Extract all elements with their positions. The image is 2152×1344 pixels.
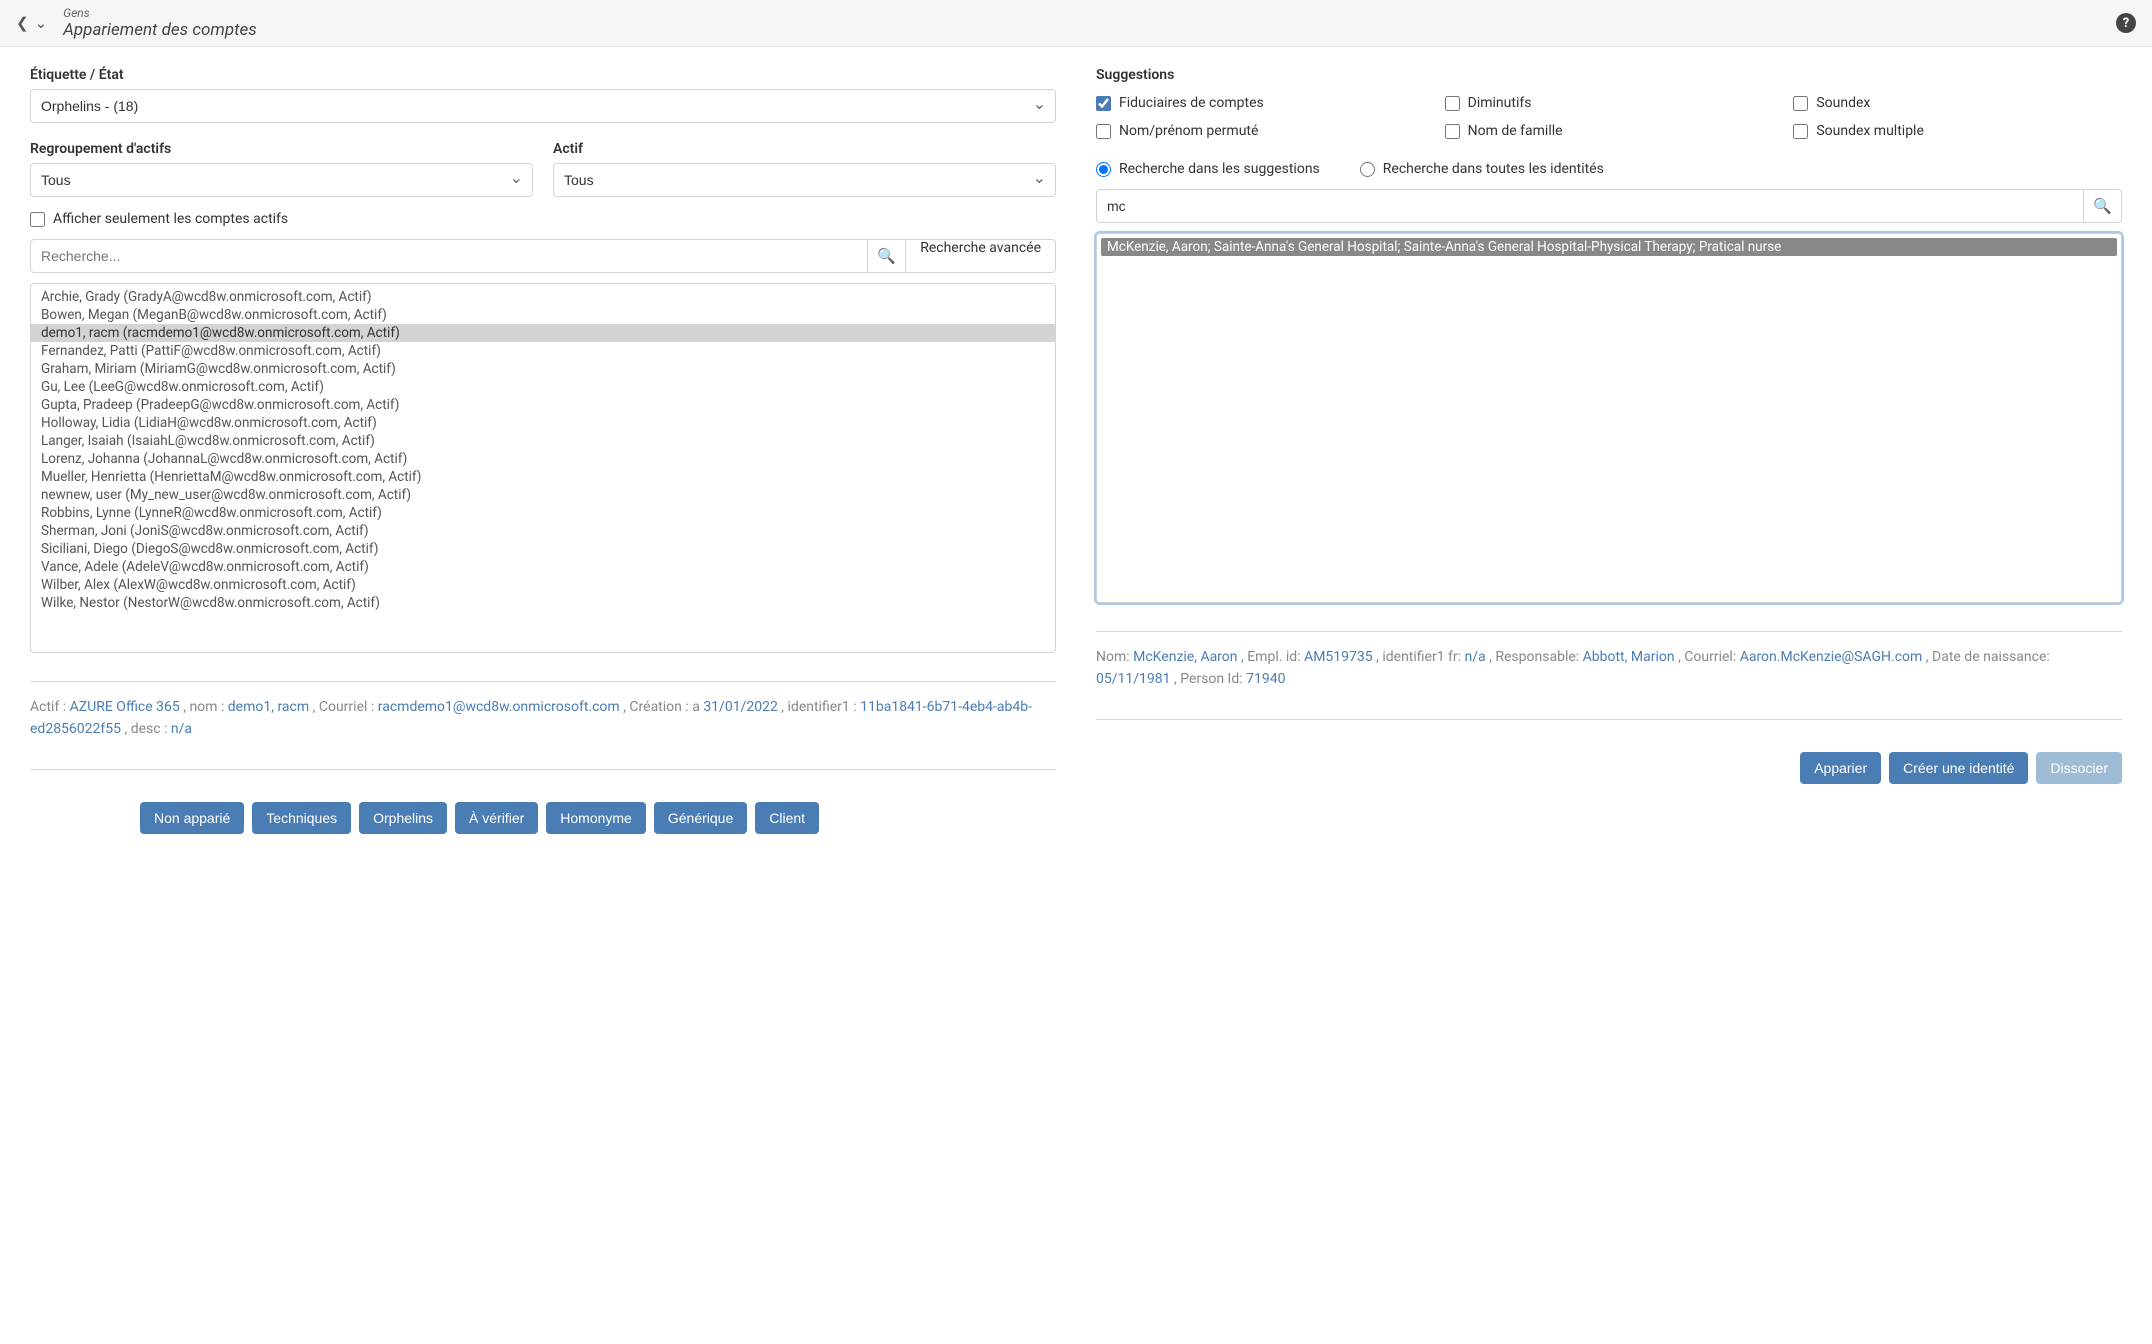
apparier-button[interactable]: Apparier [1800, 752, 1881, 784]
suggestion-option-label: Nom de famille [1468, 123, 1563, 139]
list-item[interactable]: Gupta, Pradeep (PradeepG@wcd8w.onmicroso… [31, 396, 1055, 414]
search-icon: 🔍 [877, 247, 896, 265]
list-item[interactable]: Robbins, Lynne (LynneR@wcd8w.onmicrosoft… [31, 504, 1055, 522]
actif-label: Actif [553, 141, 1056, 157]
etiquette-select[interactable]: Orphelins - (18) [30, 89, 1056, 123]
action-buttons-row: Apparier Créer une identité Dissocier [1096, 752, 2122, 784]
identity-detail: Nom: McKenzie, Aaron , Empl. id: AM51973… [1096, 646, 2122, 691]
list-item[interactable]: demo1, racm (racmdemo1@wcd8w.onmicrosoft… [31, 324, 1055, 342]
divider [1096, 631, 2122, 632]
suggestion-option-checkbox[interactable] [1096, 96, 1111, 111]
suggestion-option-checkbox[interactable] [1793, 124, 1808, 139]
suggestion-option-label: Diminutifs [1468, 95, 1532, 111]
suggestion-option-checkbox[interactable] [1445, 96, 1460, 111]
tag-buttons-row: Non appariéTechniquesOrphelinsÀ vérifier… [30, 802, 1056, 834]
suggestion-option-checkbox[interactable] [1096, 124, 1111, 139]
tag-button[interactable]: Orphelins [359, 802, 447, 834]
suggestion-option-label: Soundex multiple [1816, 123, 1924, 139]
page-header: ❮ ⌄ Gens Appariement des comptes ? [0, 0, 2152, 47]
suggestions-label: Suggestions [1096, 67, 2122, 83]
nav-back-icon[interactable]: ❮ [16, 14, 29, 32]
list-item[interactable]: Holloway, Lidia (LidiaH@wcd8w.onmicrosof… [31, 414, 1055, 432]
tag-button[interactable]: Client [755, 802, 819, 834]
list-item[interactable]: Bowen, Megan (MeganB@wcd8w.onmicrosoft.c… [31, 306, 1055, 324]
list-item[interactable]: Lorenz, Johanna (JohannaL@wcd8w.onmicros… [31, 450, 1055, 468]
regroup-select[interactable]: Tous [30, 163, 533, 197]
active-only-label: Afficher seulement les comptes actifs [53, 211, 288, 227]
list-item[interactable]: Wilke, Nestor (NestorW@wcd8w.onmicrosoft… [31, 594, 1055, 612]
suggestion-option-checkbox[interactable] [1445, 124, 1460, 139]
tag-button[interactable]: Homonyme [546, 802, 646, 834]
list-item[interactable]: Siciliani, Diego (DiegoS@wcd8w.onmicroso… [31, 540, 1055, 558]
search-suggestions-label: Recherche dans les suggestions [1119, 161, 1320, 177]
list-item[interactable]: Sherman, Joni (JoniS@wcd8w.onmicrosoft.c… [31, 522, 1055, 540]
search-all-radio[interactable] [1360, 162, 1375, 177]
advanced-search-button[interactable]: Recherche avancée [906, 239, 1056, 273]
accounts-listbox[interactable]: Archie, Grady (GradyA@wcd8w.onmicrosoft.… [30, 283, 1056, 653]
search-button[interactable]: 🔍 [868, 239, 906, 273]
suggestion-search-input[interactable] [1096, 189, 2084, 223]
suggestion-option-checkbox[interactable] [1793, 96, 1808, 111]
suggestion-item[interactable]: McKenzie, Aaron; Sainte-Anna's General H… [1101, 238, 2117, 256]
etiquette-label: Étiquette / État [30, 67, 1056, 83]
dissocier-button[interactable]: Dissocier [2036, 752, 2122, 784]
account-search-input[interactable] [30, 239, 868, 273]
page-title: Appariement des comptes [63, 20, 257, 40]
left-column: Étiquette / État Orphelins - (18) Regrou… [30, 67, 1056, 834]
account-detail: Actif : AZURE Office 365 , nom : demo1, … [30, 696, 1056, 741]
search-icon: 🔍 [2093, 197, 2112, 215]
nav-down-icon[interactable]: ⌄ [35, 14, 48, 32]
search-all-label: Recherche dans toutes les identités [1383, 161, 1604, 177]
regroup-label: Regroupement d'actifs [30, 141, 533, 157]
divider [1096, 719, 2122, 720]
list-item[interactable]: Mueller, Henrietta (HenriettaM@wcd8w.onm… [31, 468, 1055, 486]
suggestion-option-label: Nom/prénom permuté [1119, 123, 1258, 139]
suggestion-option-label: Fiduciaires de comptes [1119, 95, 1264, 111]
tag-button[interactable]: Générique [654, 802, 747, 834]
tag-button[interactable]: À vérifier [455, 802, 538, 834]
list-item[interactable]: Langer, Isaiah (IsaiahL@wcd8w.onmicrosof… [31, 432, 1055, 450]
divider [30, 769, 1056, 770]
help-icon[interactable]: ? [2116, 13, 2136, 33]
suggestion-option-label: Soundex [1816, 95, 1870, 111]
list-item[interactable]: Fernandez, Patti (PattiF@wcd8w.onmicroso… [31, 342, 1055, 360]
search-suggestions-radio[interactable] [1096, 162, 1111, 177]
list-item[interactable]: Archie, Grady (GradyA@wcd8w.onmicrosoft.… [31, 288, 1055, 306]
actif-select[interactable]: Tous [553, 163, 1056, 197]
list-item[interactable]: Wilber, Alex (AlexW@wcd8w.onmicrosoft.co… [31, 576, 1055, 594]
suggestion-search-button[interactable]: 🔍 [2084, 189, 2122, 223]
list-item[interactable]: Vance, Adele (AdeleV@wcd8w.onmicrosoft.c… [31, 558, 1055, 576]
list-item[interactable]: newnew, user (My_new_user@wcd8w.onmicros… [31, 486, 1055, 504]
divider [30, 681, 1056, 682]
list-item[interactable]: Gu, Lee (LeeG@wcd8w.onmicrosoft.com, Act… [31, 378, 1055, 396]
active-only-checkbox[interactable] [30, 212, 45, 227]
breadcrumb: Gens [63, 6, 257, 20]
tag-button[interactable]: Non apparié [140, 802, 244, 834]
list-item[interactable]: Graham, Miriam (MiriamG@wcd8w.onmicrosof… [31, 360, 1055, 378]
tag-button[interactable]: Techniques [252, 802, 351, 834]
suggestions-listbox[interactable]: McKenzie, Aaron; Sainte-Anna's General H… [1096, 233, 2122, 603]
creer-identite-button[interactable]: Créer une identité [1889, 752, 2028, 784]
right-column: Suggestions Fiduciaires de comptes Diminu… [1096, 67, 2122, 834]
